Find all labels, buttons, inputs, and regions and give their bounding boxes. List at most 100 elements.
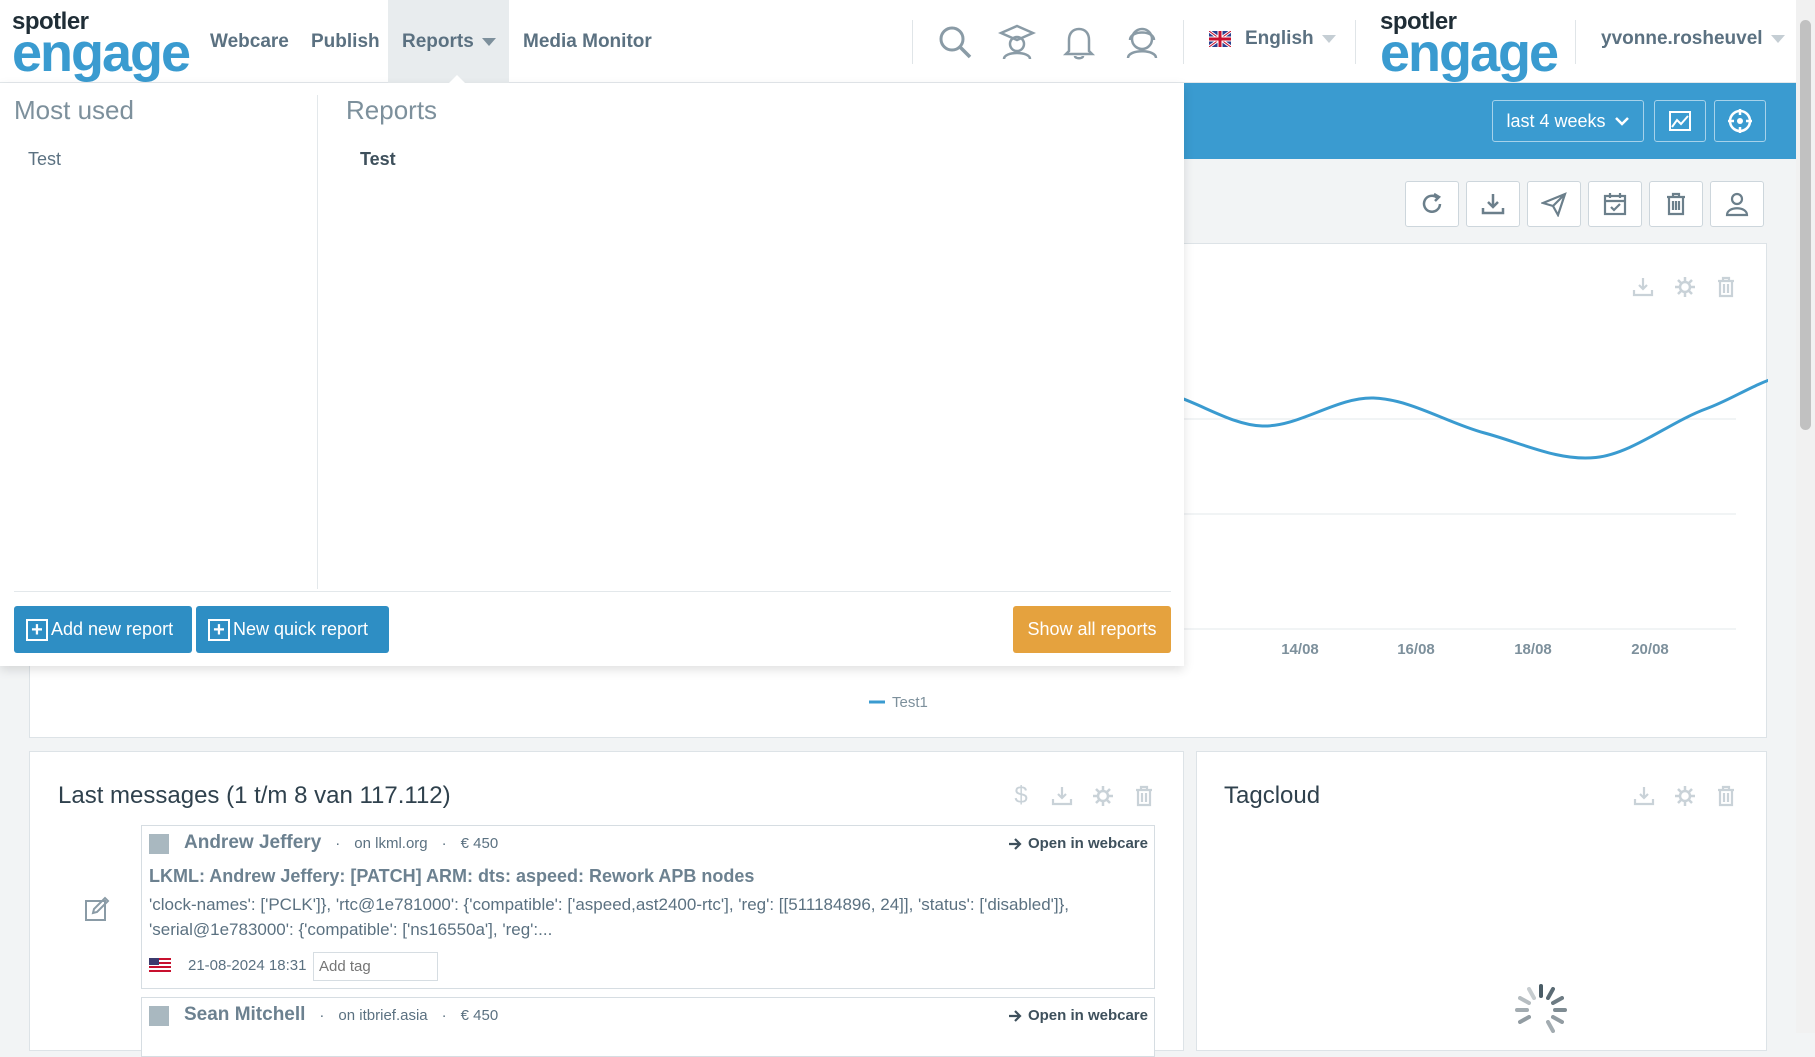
spotler-engage-logo[interactable]: spotler engage	[12, 10, 191, 83]
message-body: 'clock-names': ['PCLK']}, 'rtc@1e781000'…	[149, 895, 1070, 939]
client-logo: spotler engage	[1380, 10, 1559, 83]
gear-icon[interactable]	[1090, 783, 1116, 809]
loading-spinner-icon	[1515, 984, 1567, 1033]
chevron-down-icon	[1770, 35, 1785, 43]
add-tag-input[interactable]	[313, 952, 438, 981]
uk-flag-icon	[1209, 31, 1231, 47]
separator: ·	[441, 1007, 447, 1024]
message-card: Andrew Jeffery · on lkml.org · € 450 Ope…	[141, 825, 1155, 989]
edit-icon[interactable]	[84, 896, 110, 927]
nav-reports[interactable]: Reports	[388, 0, 509, 83]
plus-icon: +	[26, 618, 48, 641]
divider	[912, 20, 913, 64]
divider	[1183, 20, 1184, 64]
reports-heading: Reports	[346, 95, 438, 125]
paper-plane-icon	[1541, 192, 1567, 217]
message-value: € 450	[460, 1007, 499, 1024]
image-chart-icon	[1669, 111, 1691, 131]
separator: ·	[319, 1007, 325, 1024]
add-new-report-label: Add new report	[51, 619, 174, 639]
separator: ·	[335, 835, 341, 852]
message-select-checkbox[interactable]	[149, 1006, 169, 1026]
reports-dropdown-menu: Most used Test Reports Test + Add new re…	[0, 75, 1184, 666]
support-agent-icon[interactable]	[1122, 22, 1162, 62]
refresh-icon	[1422, 192, 1442, 213]
new-quick-report-button[interactable]: + New quick report	[196, 606, 389, 653]
x-tick-label: 20/08	[1631, 641, 1669, 658]
trash-icon[interactable]	[1713, 783, 1739, 809]
share-user-button[interactable]	[1710, 181, 1764, 227]
show-all-reports-button[interactable]: Show all reports	[1013, 606, 1171, 653]
crosshair-icon	[1728, 109, 1752, 133]
user-menu[interactable]: yvonne.rosheuvel	[1601, 28, 1785, 50]
open-in-webcare-label: Open in webcare	[1027, 835, 1148, 852]
chevron-down-icon	[1614, 117, 1629, 126]
dollar-icon[interactable]: $	[1008, 782, 1034, 809]
user-icon	[1725, 192, 1749, 217]
open-in-webcare-link[interactable]: Open in webcare	[1008, 1007, 1148, 1024]
most-used-item[interactable]: Test	[28, 149, 61, 170]
divider	[14, 591, 1171, 592]
x-tick-label: 14/08	[1281, 641, 1319, 658]
send-button[interactable]	[1527, 181, 1581, 227]
bell-icon[interactable]	[1059, 22, 1099, 62]
last-messages-panel: Last messages (1 t/m 8 van 117.112) $ An…	[29, 751, 1184, 1057]
nav-media-monitor[interactable]: Media Monitor	[509, 0, 666, 83]
chevron-down-icon	[481, 37, 496, 46]
message-source[interactable]: on itbrief.asia	[338, 1007, 427, 1024]
delete-report-button[interactable]	[1649, 181, 1703, 227]
academy-icon[interactable]	[997, 22, 1037, 62]
nav-reports-label: Reports	[402, 30, 474, 52]
separator: ·	[441, 835, 447, 852]
arrow-right-icon	[1008, 1009, 1022, 1022]
chart-view-button[interactable]	[1654, 100, 1706, 142]
download-button[interactable]	[1466, 181, 1520, 227]
chevron-down-icon	[1321, 35, 1336, 43]
download-icon	[1481, 194, 1505, 215]
report-item[interactable]: Test	[360, 149, 396, 170]
message-author[interactable]: Andrew Jeffery	[184, 832, 321, 854]
period-selector[interactable]: last 4 weeks	[1492, 100, 1644, 142]
nav-publish[interactable]: Publish	[297, 0, 394, 83]
refresh-button[interactable]	[1405, 181, 1459, 227]
message-title[interactable]: LKML: Andrew Jeffery: [PATCH] ARM: dts: …	[149, 866, 754, 887]
open-in-webcare-link[interactable]: Open in webcare	[1008, 835, 1148, 852]
logo-text-bottom: engage	[12, 23, 191, 83]
panel-title: Tagcloud	[1224, 782, 1321, 809]
scrollbar-thumb[interactable]	[1800, 20, 1811, 430]
message-select-checkbox[interactable]	[149, 834, 169, 854]
x-tick-label: 18/08	[1514, 641, 1552, 658]
download-icon[interactable]	[1049, 783, 1075, 809]
most-used-heading: Most used	[14, 95, 134, 125]
client-logo-text-bottom: engage	[1380, 23, 1559, 83]
legend-label[interactable]: Test1	[892, 694, 928, 711]
dropdown-pointer	[449, 75, 465, 83]
nav-webcare[interactable]: Webcare	[196, 0, 303, 83]
trash-icon[interactable]	[1131, 783, 1157, 809]
schedule-button[interactable]	[1588, 181, 1642, 227]
target-button[interactable]	[1714, 100, 1766, 142]
new-quick-report-label: New quick report	[233, 619, 369, 639]
x-tick-label: 16/08	[1397, 641, 1435, 658]
trash-icon	[1667, 192, 1685, 216]
message-source[interactable]: on lkml.org	[354, 835, 427, 852]
arrow-right-icon	[1008, 837, 1022, 850]
user-name: yvonne.rosheuvel	[1601, 28, 1763, 49]
message-date: 21-08-2024 18:31	[188, 957, 307, 974]
download-icon[interactable]	[1631, 783, 1657, 809]
column-divider	[317, 95, 318, 589]
add-new-report-button[interactable]: + Add new report	[14, 606, 192, 653]
message-author[interactable]: Sean Mitchell	[184, 1004, 305, 1026]
page-scrollbar[interactable]	[1796, 0, 1815, 1033]
message-value: € 450	[460, 835, 499, 852]
period-label: last 4 weeks	[1506, 110, 1606, 131]
search-icon[interactable]	[935, 22, 975, 62]
gear-icon[interactable]	[1672, 783, 1698, 809]
us-flag-icon	[149, 958, 171, 972]
plus-icon: +	[208, 618, 230, 641]
language-label: English	[1245, 28, 1314, 49]
divider	[1575, 20, 1576, 64]
panel-title: Last messages (1 t/m 8 van 117.112)	[58, 782, 451, 809]
open-in-webcare-label: Open in webcare	[1027, 1007, 1148, 1024]
language-selector[interactable]: English	[1209, 28, 1336, 50]
